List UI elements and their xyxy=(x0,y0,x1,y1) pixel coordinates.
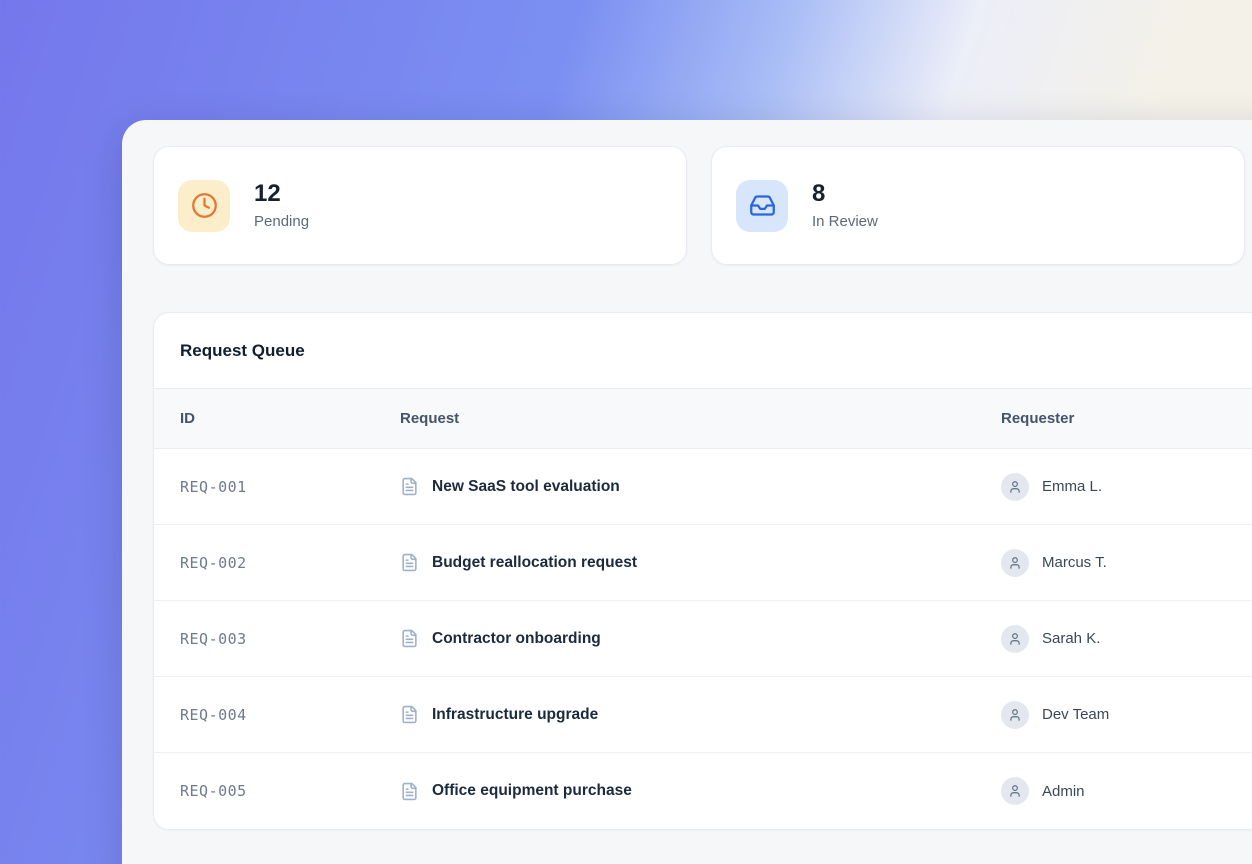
avatar xyxy=(1001,625,1029,653)
requester-cell: Emma L. xyxy=(1001,473,1252,501)
requester-cell: Dev Team xyxy=(1001,701,1252,729)
request-cell: Office equipment purchase xyxy=(400,782,1001,801)
request-cell: New SaaS tool evaluation xyxy=(400,477,1001,496)
request-title: Infrastructure upgrade xyxy=(432,706,598,724)
request-id: REQ-003 xyxy=(154,630,400,648)
table-row[interactable]: REQ-005 Office equipment purchase Admin xyxy=(154,753,1252,829)
column-header-request: Request xyxy=(400,410,1001,427)
requester-name: Sarah K. xyxy=(1042,630,1100,647)
column-header-id: ID xyxy=(154,410,400,427)
request-queue-card: Request Queue ID Request Requester REQ-0… xyxy=(153,312,1252,830)
user-icon xyxy=(1008,632,1022,646)
file-text-icon xyxy=(400,782,419,801)
app-background: { "stats": [ { "value": "12", "label": "… xyxy=(0,0,1252,864)
stat-label: In Review xyxy=(812,213,878,230)
user-icon xyxy=(1008,480,1022,494)
user-icon xyxy=(1008,784,1022,798)
request-cell: Contractor onboarding xyxy=(400,629,1001,648)
file-text-icon xyxy=(400,629,419,648)
table-title: Request Queue xyxy=(154,313,1252,388)
request-title: Office equipment purchase xyxy=(432,782,632,800)
stats-row: 12 Pending 8 In Review xyxy=(153,146,1252,265)
inbox-icon xyxy=(749,192,776,219)
request-id: REQ-004 xyxy=(154,706,400,724)
user-icon xyxy=(1008,556,1022,570)
file-text-icon xyxy=(400,705,419,724)
avatar xyxy=(1001,701,1029,729)
table-header-row: ID Request Requester xyxy=(154,388,1252,449)
column-header-requester: Requester xyxy=(1001,410,1252,427)
requester-name: Dev Team xyxy=(1042,706,1109,723)
stat-card: 8 In Review xyxy=(711,146,1245,265)
avatar xyxy=(1001,473,1029,501)
stat-value: 12 xyxy=(254,181,309,207)
request-id: REQ-005 xyxy=(154,782,400,800)
panel-content: 12 Pending 8 In Review Request Queue ID … xyxy=(122,120,1252,830)
clock-icon xyxy=(191,192,218,219)
stat-text: 12 Pending xyxy=(254,181,309,229)
stat-icon-box xyxy=(178,180,230,232)
user-icon xyxy=(1008,708,1022,722)
request-cell: Budget reallocation request xyxy=(400,553,1001,572)
requester-name: Marcus T. xyxy=(1042,554,1107,571)
request-id: REQ-002 xyxy=(154,554,400,572)
requester-name: Admin xyxy=(1042,783,1085,800)
stat-text: 8 In Review xyxy=(812,181,878,229)
request-title: Budget reallocation request xyxy=(432,554,637,572)
file-text-icon xyxy=(400,477,419,496)
table-row[interactable]: REQ-002 Budget reallocation request Marc… xyxy=(154,525,1252,601)
table-row[interactable]: REQ-001 New SaaS tool evaluation Emma L. xyxy=(154,449,1252,525)
request-cell: Infrastructure upgrade xyxy=(400,705,1001,724)
avatar xyxy=(1001,549,1029,577)
table-row[interactable]: REQ-004 Infrastructure upgrade Dev Team xyxy=(154,677,1252,753)
request-title: Contractor onboarding xyxy=(432,630,601,648)
avatar xyxy=(1001,777,1029,805)
stat-icon-box xyxy=(736,180,788,232)
requester-cell: Marcus T. xyxy=(1001,549,1252,577)
file-text-icon xyxy=(400,553,419,572)
requester-cell: Admin xyxy=(1001,777,1252,805)
request-title: New SaaS tool evaluation xyxy=(432,478,620,496)
stat-card: 12 Pending xyxy=(153,146,687,265)
requester-name: Emma L. xyxy=(1042,478,1102,495)
request-id: REQ-001 xyxy=(154,478,400,496)
table-body: REQ-001 New SaaS tool evaluation Emma L. xyxy=(154,449,1252,829)
stat-label: Pending xyxy=(254,213,309,230)
main-panel: 12 Pending 8 In Review Request Queue ID … xyxy=(122,120,1252,864)
table-row[interactable]: REQ-003 Contractor onboarding Sarah K. xyxy=(154,601,1252,677)
stat-value: 8 xyxy=(812,181,878,207)
requester-cell: Sarah K. xyxy=(1001,625,1252,653)
